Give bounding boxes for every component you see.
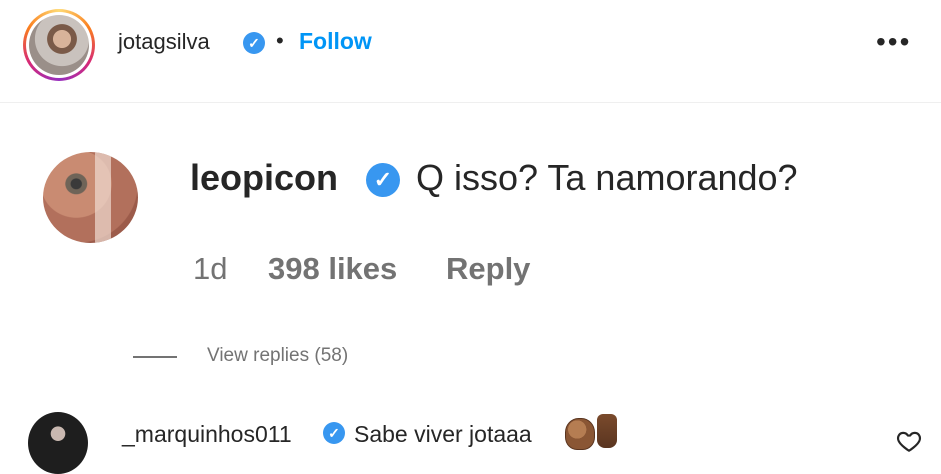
view-replies-button[interactable]: View replies (58) <box>207 344 348 368</box>
comment-avatar[interactable] <box>43 152 138 243</box>
comment-username-2[interactable]: _marquinhos011 <box>122 420 292 448</box>
fist-emoji-icon <box>565 418 595 450</box>
comment-username[interactable]: leopicon <box>190 155 338 201</box>
replies-divider <box>133 356 177 358</box>
more-options-icon[interactable]: ••• <box>876 27 911 57</box>
header-avatar[interactable] <box>23 9 95 81</box>
follow-button[interactable]: Follow <box>299 27 372 55</box>
reply-button[interactable]: Reply <box>446 249 530 289</box>
header-separator: • <box>276 28 284 53</box>
verified-badge-icon: ✓ <box>323 422 345 444</box>
comment-likes-count[interactable]: 398 likes <box>268 249 397 289</box>
comment-text: Q isso? Ta namorando? <box>416 157 798 198</box>
verified-badge-icon: ✓ <box>366 163 400 197</box>
comment-timestamp: 1d <box>193 251 228 286</box>
comment-avatar-2[interactable] <box>28 412 88 474</box>
heart-icon[interactable] <box>896 428 922 454</box>
verified-badge-icon: ✓ <box>243 32 265 54</box>
header-username[interactable]: jotagsilva <box>118 29 210 55</box>
comment-text-2: Sabe viver jotaaa <box>354 421 532 447</box>
horns-emoji-icon <box>597 414 617 448</box>
